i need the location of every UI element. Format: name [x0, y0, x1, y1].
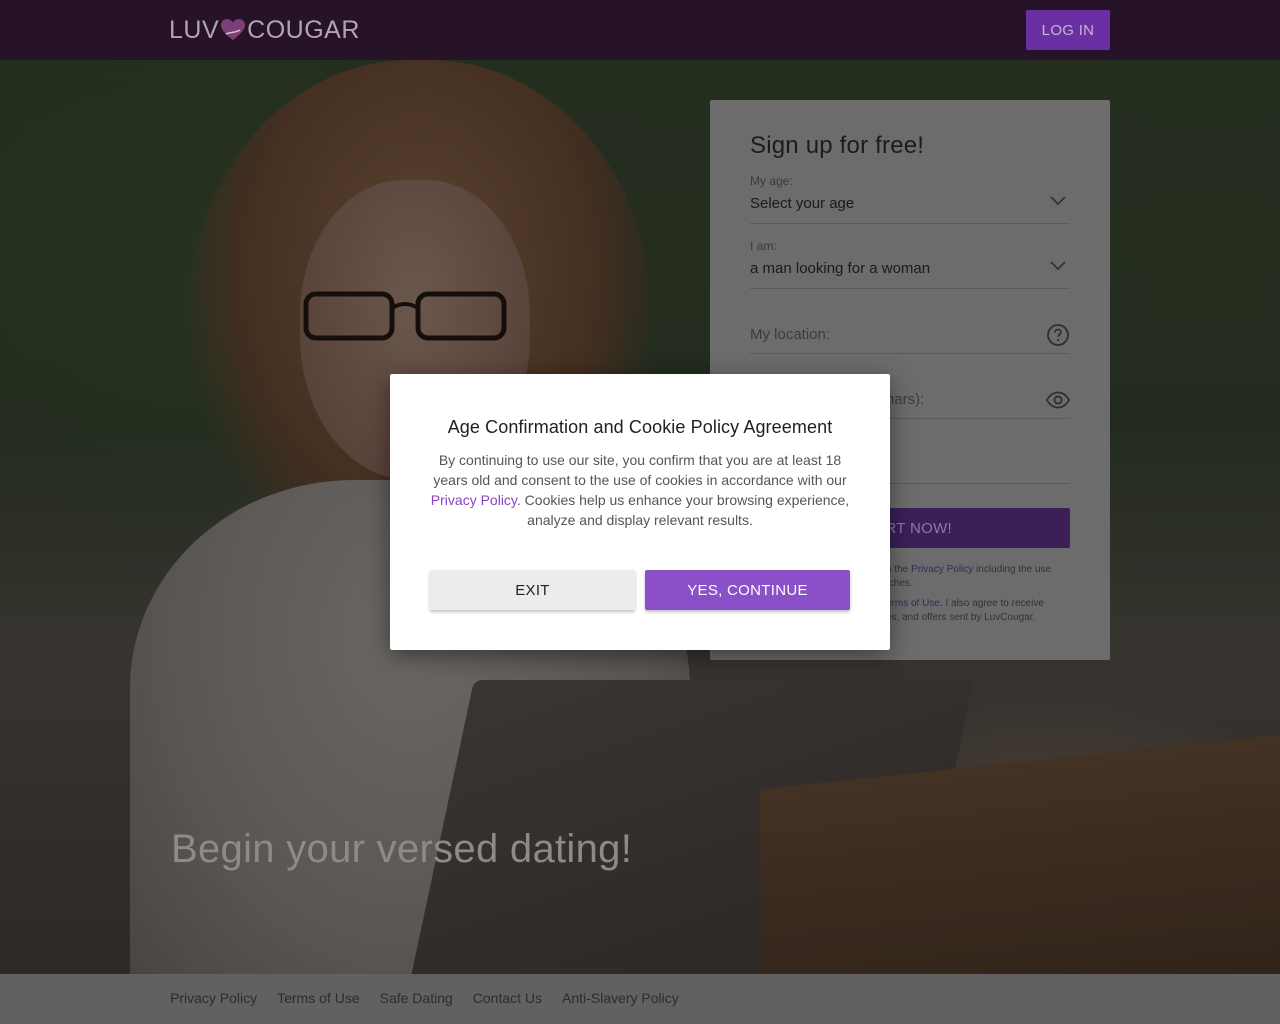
modal-privacy-policy-link[interactable]: Privacy Policy — [431, 492, 517, 508]
modal-buttons: EXIT YES, CONTINUE — [430, 570, 850, 610]
modal-text-end: . Cookies help us enhance your browsing … — [516, 492, 850, 528]
continue-button[interactable]: YES, CONTINUE — [645, 570, 850, 610]
age-cookie-modal: Age Confirmation and Cookie Policy Agree… — [390, 374, 890, 650]
modal-text-start: By continuing to use our site, you confi… — [433, 452, 847, 488]
modal-text: By continuing to use our site, you confi… — [425, 450, 855, 530]
modal-title: Age Confirmation and Cookie Policy Agree… — [447, 417, 833, 437]
exit-button[interactable]: EXIT — [430, 570, 635, 610]
